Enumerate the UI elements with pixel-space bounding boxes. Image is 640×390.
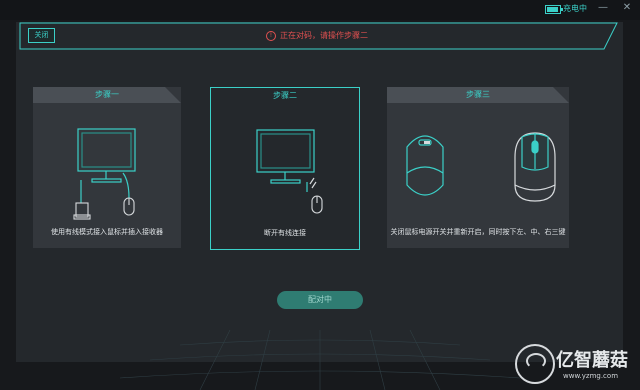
step-title-3: 步骤三 <box>387 87 569 103</box>
mouse-views-icon <box>406 132 556 202</box>
step-description-1: 使用有线模式接入鼠标并插入接收器 <box>51 228 163 236</box>
monitor-disconnected-mouse-icon <box>256 129 323 214</box>
step-card-3: 步骤三 关闭鼠标电源开关并重新开启，同时按下左、中、右三键 <box>387 87 569 248</box>
close-icon[interactable]: ✕ <box>620 1 634 15</box>
status-text: 正在对码，请操作步骤二 <box>280 31 368 40</box>
close-button[interactable]: 关闭 <box>28 28 55 43</box>
alert-icon: ! <box>266 30 276 41</box>
step-card-2: 步骤二 断开有线连接 <box>210 87 360 250</box>
watermark-text: 亿智蘑菇 <box>556 350 628 371</box>
step-description-3: 关闭鼠标电源开关并重新开启，同时按下左、中、右三键 <box>390 228 566 236</box>
watermark-url: www.yzmg.com <box>563 372 619 380</box>
charging-status: 充电中 <box>563 4 587 13</box>
watermark-logo <box>515 344 555 384</box>
step-card-1: 步骤一 使用有线模式接入鼠标并插入接收器 <box>33 87 181 248</box>
step-title-1: 步骤一 <box>33 87 181 103</box>
step-description-2: 断开有线连接 <box>264 229 306 237</box>
battery-level <box>547 7 558 12</box>
title-bar: 充电中 — ✕ <box>0 0 640 20</box>
minimize-icon[interactable]: — <box>596 1 610 15</box>
step-title-2: 步骤二 <box>273 91 297 100</box>
pairing-status: ! 正在对码，请操作步骤二 <box>266 30 368 41</box>
pairing-button[interactable]: 配对中 <box>277 291 363 309</box>
battery-icon <box>545 5 563 14</box>
monitor-receiver-mouse-icon <box>73 128 136 220</box>
